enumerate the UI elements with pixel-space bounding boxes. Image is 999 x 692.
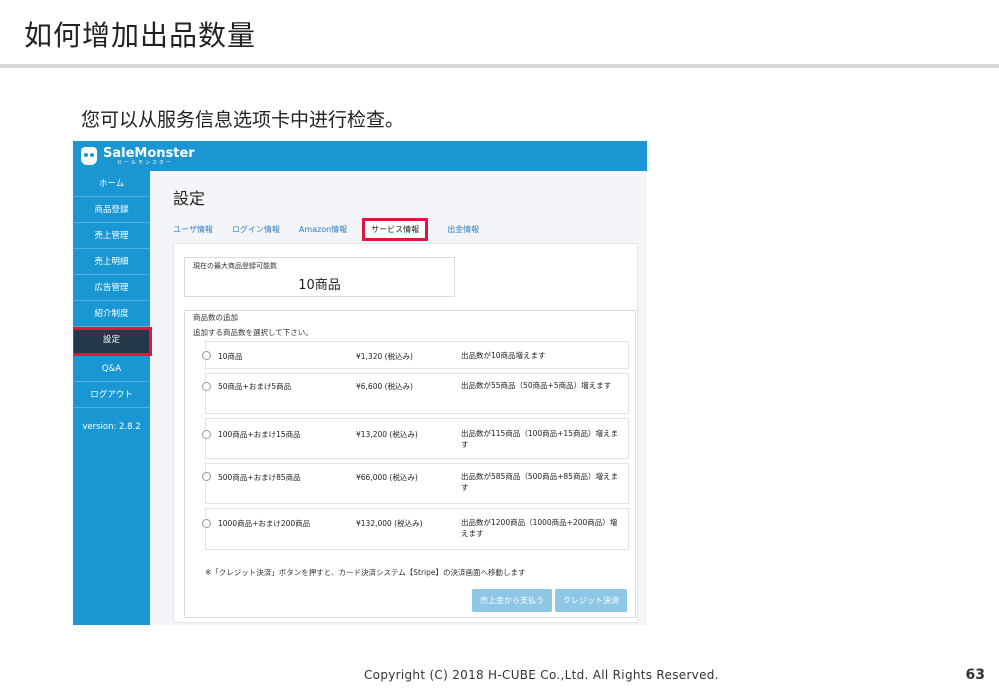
option-price: ¥66,000 (税込み) (356, 473, 418, 482)
radio-button[interactable] (202, 519, 211, 528)
button-group: 売上金から支払う クレジット決済 (472, 589, 627, 612)
add-products-box: 商品数の追加 追加する商品数を選択して下さい。 10商品 ¥1,320 (税込み… (184, 310, 636, 618)
sidebar-item-home[interactable]: ホーム (73, 171, 150, 197)
radio-button[interactable] (202, 430, 211, 439)
sidebar-item-sales-details[interactable]: 売上明細 (73, 249, 150, 275)
add-products-title: 商品数の追加 (193, 313, 238, 322)
option-price: ¥132,000 (税込み) (356, 519, 423, 528)
option-100[interactable]: 100商品+おまけ15商品 ¥13,200 (税込み) 出品数が115商品（10… (202, 418, 629, 459)
sidebar: ホーム 商品登録 売上管理 売上明細 広告管理 紹介制度 設定 Q&A ログアウ… (73, 171, 152, 625)
option-description: 出品数が1200商品（1000商品+200商品）増えます (461, 518, 618, 539)
copyright-footer: Copyright (C) 2018 H-CUBE Co.,Ltd. All R… (364, 668, 719, 682)
title-divider (0, 64, 999, 68)
option-name: 500商品+おまけ85商品 (218, 473, 301, 482)
pay-from-sales-button[interactable]: 売上金から支払う (472, 589, 552, 612)
logo-text: SaleMonster (103, 145, 195, 161)
app-screenshot: SaleMonster セールモンスター ホーム 商品登録 売上管理 売上明細 … (73, 141, 647, 625)
service-panel: 現在の最大商品登録可能数 10商品 商品数の追加 追加する商品数を選択して下さい… (173, 243, 638, 623)
option-description: 出品数が115商品（100商品+15商品）増えます (461, 429, 618, 450)
option-10[interactable]: 10商品 ¥1,320 (税込み) 出品数が10商品増えます (202, 341, 629, 369)
option-name: 50商品+おまけ5商品 (218, 382, 292, 391)
intro-text: 您可以从服务信息选项卡中进行检查。 (81, 109, 405, 131)
top-bar: SaleMonster セールモンスター (73, 141, 647, 171)
tab-login-info[interactable]: ログイン情報 (232, 220, 280, 239)
tab-amazon-info[interactable]: Amazon情報 (299, 220, 347, 239)
option-50[interactable]: 50商品+おまけ5商品 ¥6,600 (税込み) 出品数が55商品（50商品+5… (202, 373, 629, 414)
sidebar-item-qa[interactable]: Q&A (73, 356, 150, 382)
option-price: ¥13,200 (税込み) (356, 430, 418, 439)
option-price: ¥6,600 (税込み) (356, 382, 413, 391)
option-500[interactable]: 500商品+おまけ85商品 ¥66,000 (税込み) 出品数が585商品（50… (202, 463, 629, 504)
tab-service-info[interactable]: サービス情報 (362, 217, 429, 241)
option-description: 出品数が10商品増えます (461, 351, 546, 360)
sidebar-item-logout[interactable]: ログアウト (73, 382, 150, 408)
slide-title: 如何增加出品数量 (24, 19, 257, 52)
option-price: ¥1,320 (税込み) (356, 352, 413, 361)
sidebar-item-product-register[interactable]: 商品登録 (73, 197, 150, 223)
logo-subtext: セールモンスター (117, 159, 173, 166)
page-title: 設定 (173, 189, 206, 208)
tab-bar: ユーザ情報 ログイン情報 Amazon情報 サービス情報 出金情報 (173, 216, 498, 242)
radio-button[interactable] (202, 351, 211, 360)
current-limit-value: 10商品 (298, 278, 341, 293)
sidebar-item-settings[interactable]: 設定 (73, 327, 152, 356)
add-products-instruction: 追加する商品数を選択して下さい。 (193, 328, 313, 337)
radio-button[interactable] (202, 472, 211, 481)
option-description: 出品数が55商品（50商品+5商品）増えます (461, 381, 612, 390)
mascot-icon (81, 147, 97, 165)
version-label: version: 2.8.2 (82, 422, 141, 432)
current-limit-label: 現在の最大商品登録可能数 (193, 262, 277, 270)
tab-user-info[interactable]: ユーザ情報 (173, 220, 213, 239)
sidebar-item-sales-management[interactable]: 売上管理 (73, 223, 150, 249)
option-name: 10商品 (218, 352, 243, 361)
sidebar-item-referral[interactable]: 紹介制度 (73, 301, 150, 327)
payment-notice: ※「クレジット決済」ボタンを押すと、カード決済システム【Stripe】の決済画面… (205, 568, 526, 577)
slide: 如何增加出品数量 您可以从服务信息选项卡中进行检查。 SaleMonster セ… (0, 0, 999, 692)
current-limit-box: 現在の最大商品登録可能数 10商品 (184, 257, 455, 297)
option-name: 1000商品+おまけ200商品 (218, 519, 311, 528)
main-content: 設定 ユーザ情報 ログイン情報 Amazon情報 サービス情報 出金情報 現在の… (150, 171, 647, 625)
sidebar-item-ad-management[interactable]: 広告管理 (73, 275, 150, 301)
credit-payment-button[interactable]: クレジット決済 (555, 589, 627, 612)
logo[interactable]: SaleMonster セールモンスター (81, 143, 195, 169)
option-name: 100商品+おまけ15商品 (218, 430, 301, 439)
option-1000[interactable]: 1000商品+おまけ200商品 ¥132,000 (税込み) 出品数が1200商… (202, 508, 629, 550)
option-description: 出品数が585商品（500商品+85商品）増えます (461, 472, 618, 493)
radio-button[interactable] (202, 382, 211, 391)
tab-withdrawal-info[interactable]: 出金情報 (447, 220, 479, 239)
page-number: 63 (965, 667, 985, 683)
